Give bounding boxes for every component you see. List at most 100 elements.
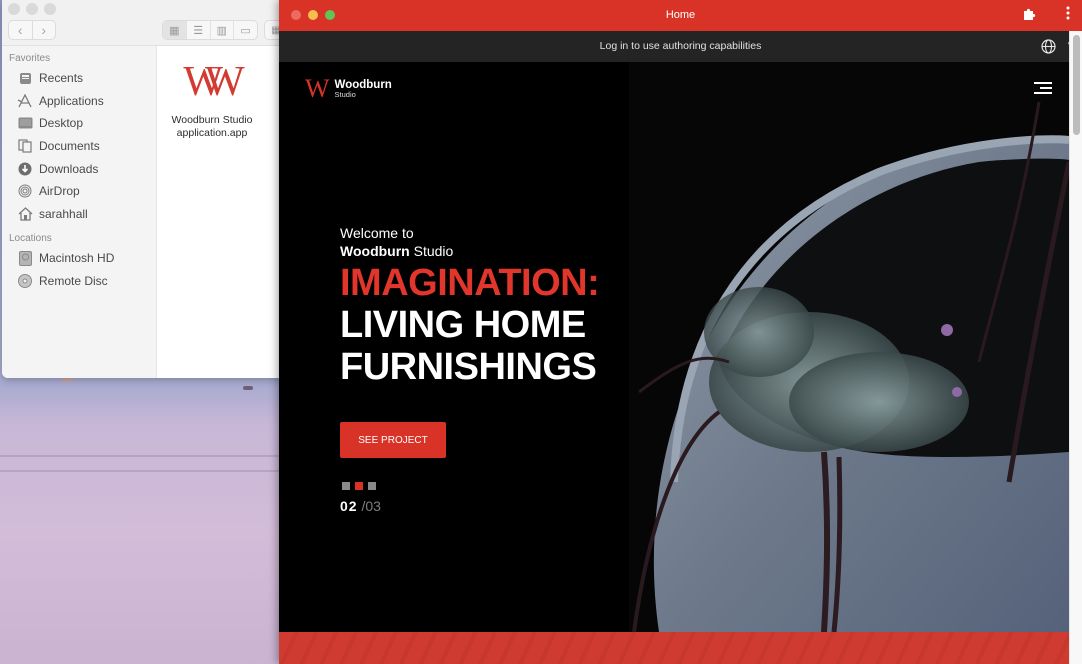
sidebar-item-macintosh-hd[interactable]: Macintosh HD bbox=[2, 247, 156, 270]
globe-icon bbox=[1041, 39, 1056, 54]
file-woodburn-studio-app[interactable]: WW Woodburn Studio application.app bbox=[159, 60, 265, 140]
slide-dot-2[interactable] bbox=[355, 482, 363, 490]
headline-accent: IMAGINATION: bbox=[340, 262, 600, 304]
favorites-heading: Favorites bbox=[9, 53, 51, 64]
navigation-buttons: ‹ › bbox=[8, 20, 56, 40]
section-band bbox=[279, 632, 1069, 664]
sidebar-item-airdrop[interactable]: AirDrop bbox=[2, 180, 156, 203]
slide-counter-total: 03 bbox=[365, 498, 381, 514]
wallpaper-detail bbox=[62, 378, 72, 382]
icon-view-button[interactable]: ▦ bbox=[163, 21, 186, 39]
list-view-icon: ☰ bbox=[193, 24, 204, 37]
website-page: W Woodburn Studio Welcome to Woodburn St… bbox=[279, 62, 1069, 664]
home-icon bbox=[17, 206, 33, 222]
brand-subtitle: Studio bbox=[334, 90, 356, 99]
slide-counter-current: 02 bbox=[340, 498, 358, 514]
minimize-window-button[interactable] bbox=[26, 3, 38, 15]
disc-icon bbox=[17, 273, 33, 289]
slide-dot-3[interactable] bbox=[368, 482, 376, 490]
slide-dot-1[interactable] bbox=[342, 482, 350, 490]
airdrop-icon bbox=[17, 183, 33, 199]
close-window-button[interactable] bbox=[8, 3, 20, 15]
authoring-bar: Log in to use authoring capabilities ▼ bbox=[279, 31, 1082, 62]
wallpaper-detail bbox=[243, 386, 253, 390]
sidebar-item-label: Applications bbox=[39, 93, 104, 108]
see-project-button[interactable]: SEE PROJECT bbox=[340, 422, 446, 458]
documents-icon bbox=[17, 138, 33, 154]
puzzle-icon bbox=[1024, 8, 1036, 20]
sidebar-item-documents[interactable]: Documents bbox=[2, 135, 156, 158]
forward-button[interactable]: › bbox=[31, 21, 56, 39]
welcome-brand-rest: Studio bbox=[409, 243, 454, 259]
wallpaper-detail bbox=[0, 470, 280, 472]
login-prompt[interactable]: Log in to use authoring capabilities bbox=[279, 31, 1082, 62]
file-name-line-1: Woodburn Studio bbox=[171, 114, 253, 126]
headline-line-2: FURNISHINGS bbox=[340, 346, 597, 388]
woodburn-app-icon: WW bbox=[159, 60, 265, 104]
app-menu-button[interactable] bbox=[1066, 6, 1070, 24]
applications-icon bbox=[17, 93, 33, 109]
sidebar-item-label: AirDrop bbox=[39, 184, 80, 199]
window-title: Home bbox=[665, 9, 696, 21]
finder-window: ‹ › ▦ ☰ ▥ ▭ ▦ Favorites Recents Applicat… bbox=[2, 0, 292, 378]
recents-icon bbox=[17, 70, 33, 86]
list-view-button[interactable]: ☰ bbox=[185, 21, 210, 39]
column-view-button[interactable]: ▥ bbox=[209, 21, 234, 39]
finder-file-area: WW Woodburn Studio application.app bbox=[157, 46, 292, 378]
sidebar-item-home[interactable]: sarahhall bbox=[2, 203, 156, 226]
sidebar-item-label: Remote Disc bbox=[39, 274, 108, 289]
language-button[interactable] bbox=[1041, 39, 1056, 54]
hard-drive-icon bbox=[17, 250, 33, 266]
logo-wordmark: Woodburn Studio bbox=[335, 79, 392, 99]
downloads-icon bbox=[17, 161, 33, 177]
icon-view-icon: ▦ bbox=[169, 24, 180, 37]
file-name-line-2: application.app bbox=[176, 127, 248, 139]
logo-glyph: W bbox=[305, 74, 329, 103]
welcome-brand-line: Woodburn Studio bbox=[340, 242, 599, 260]
slide-indicators bbox=[342, 482, 376, 490]
hamburger-icon-line bbox=[1034, 82, 1052, 84]
sidebar-item-label: Desktop bbox=[39, 116, 84, 131]
locations-heading: Locations bbox=[9, 233, 52, 245]
logo-mark: W bbox=[305, 74, 329, 103]
sidebar-item-label: Downloads bbox=[39, 161, 99, 176]
site-menu-button[interactable] bbox=[1034, 82, 1052, 94]
slide-counter: 02 /03 bbox=[340, 498, 381, 514]
hamburger-icon-line bbox=[1040, 87, 1052, 89]
app-titlebar: Home bbox=[279, 0, 1082, 31]
sidebar-item-downloads[interactable]: Downloads bbox=[2, 157, 156, 180]
scrollbar-thumb[interactable] bbox=[1073, 35, 1080, 135]
gallery-view-icon: ▭ bbox=[240, 24, 251, 37]
welcome-line: Welcome to bbox=[340, 225, 414, 241]
hamburger-icon-line bbox=[1034, 92, 1052, 94]
sidebar-item-label: Macintosh HD bbox=[39, 251, 115, 266]
zoom-window-button[interactable] bbox=[44, 3, 56, 15]
welcome-brand-bold: Woodburn bbox=[340, 243, 410, 259]
site-logo[interactable]: W Woodburn Studio bbox=[305, 76, 392, 102]
sidebar-item-desktop[interactable]: Desktop bbox=[2, 112, 156, 135]
view-mode-selector: ▦ ☰ ▥ ▭ bbox=[162, 20, 258, 40]
desktop-icon bbox=[17, 115, 33, 131]
column-view-icon: ▥ bbox=[216, 24, 228, 37]
file-label: Woodburn Studio application.app bbox=[159, 114, 265, 140]
page-scrollbar[interactable] bbox=[1069, 31, 1082, 664]
sidebar-item-applications[interactable]: Applications bbox=[2, 90, 156, 113]
chevron-right-icon: › bbox=[41, 22, 47, 38]
app-icon-glyph-overlay: W bbox=[205, 59, 245, 105]
sidebar-item-recents[interactable]: Recents bbox=[2, 67, 156, 90]
finder-sidebar: Favorites Recents Applications Desktop D… bbox=[2, 46, 157, 378]
headline-line-1: LIVING HOME bbox=[340, 304, 586, 346]
back-button[interactable]: ‹ bbox=[9, 21, 32, 39]
app-window: Home Log in to use authoring capabilitie… bbox=[279, 0, 1082, 664]
gallery-view-button[interactable]: ▭ bbox=[233, 21, 257, 39]
kebab-menu-icon bbox=[1066, 6, 1070, 20]
chevron-left-icon: ‹ bbox=[17, 22, 23, 38]
sidebar-item-remote-disc[interactable]: Remote Disc bbox=[2, 270, 156, 293]
finder-toolbar: ‹ › ▦ ☰ ▥ ▭ ▦ bbox=[2, 0, 292, 46]
wallpaper-detail bbox=[0, 455, 280, 457]
sidebar-item-label: Documents bbox=[39, 139, 100, 154]
sidebar-item-label: Recents bbox=[39, 71, 84, 86]
extensions-button[interactable] bbox=[1022, 7, 1036, 24]
sidebar-item-label: sarahhall bbox=[39, 206, 88, 221]
hero-text: Welcome to Woodburn Studio IMAGINATION: … bbox=[340, 224, 600, 388]
